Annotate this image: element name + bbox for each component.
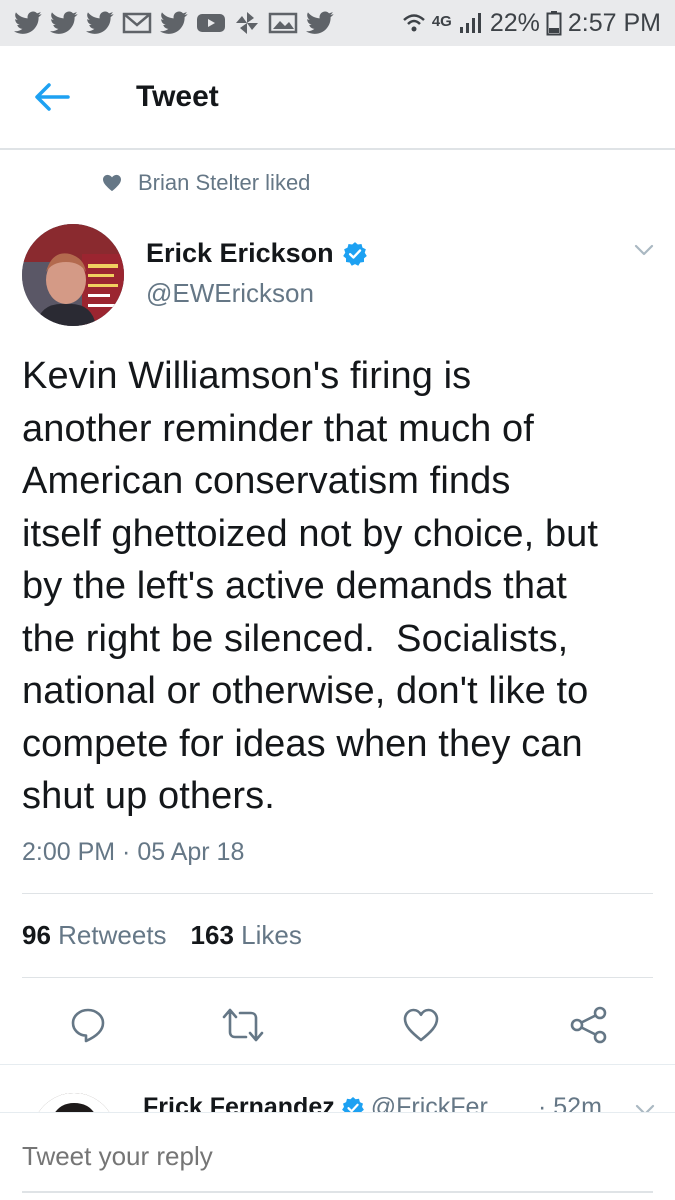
wifi-icon [402, 14, 425, 32]
share-icon [570, 1006, 607, 1044]
network-type: 4G [431, 12, 452, 30]
reply-avatar-photo [32, 1093, 116, 1114]
reply-composer [0, 1112, 675, 1200]
reply-author-handle: @FrickFer... [370, 1093, 508, 1114]
twitter-icon [306, 11, 334, 34]
reply-author-row: Frick Fernandez @FrickFer... [143, 1093, 507, 1114]
back-arrow-icon [35, 83, 70, 111]
tweet-timestamp: 2:00 PM · 05 Apr 18 [22, 838, 245, 866]
reply-button[interactable] [63, 1000, 113, 1050]
twitter-icon [86, 11, 114, 34]
heart-icon [103, 174, 121, 192]
author-name: Erick Erickson [146, 238, 334, 268]
pinwheel-icon [236, 12, 258, 34]
back-button[interactable] [22, 67, 82, 127]
twitter-icon [50, 11, 78, 34]
top-app-bar: Tweet [0, 46, 675, 150]
likes-label: Likes [241, 920, 302, 950]
retweets-label: Retweets [58, 920, 167, 950]
youtube-icon [197, 14, 225, 32]
avatar-photo [22, 224, 124, 326]
notification-icons [14, 10, 334, 36]
twitter-icon [160, 11, 188, 34]
social-context[interactable]: Brian Stelter liked [102, 170, 310, 196]
share-button[interactable] [564, 1000, 614, 1050]
author-name-row[interactable]: Erick Erickson [146, 238, 368, 269]
divider [22, 893, 653, 894]
status-bar: 4G 22% 2:57 PM [0, 0, 675, 46]
tweet-actions [0, 1000, 675, 1050]
battery-icon [546, 11, 562, 36]
tweet-stats: 96 Retweets 163 Likes [22, 920, 302, 951]
tweet-text: Kevin Williamson's firing is another rem… [22, 355, 599, 817]
signal-icon [459, 13, 481, 33]
liked-by-label: Brian Stelter liked [138, 170, 311, 195]
divider [22, 977, 653, 978]
likes-count: 163 [190, 920, 234, 950]
chevron-down-icon[interactable] [630, 238, 658, 262]
retweet-icon [222, 1008, 264, 1042]
author-handle[interactable]: @EWErickson [146, 278, 314, 309]
likes-stat[interactable]: 163 Likes [191, 920, 302, 951]
like-button[interactable] [396, 1000, 446, 1050]
reply-input[interactable] [22, 1141, 622, 1172]
verified-badge-icon [342, 241, 367, 266]
heart-outline-icon [403, 1008, 439, 1042]
reply-author-name: Frick Fernandez [143, 1093, 335, 1114]
page-title: Tweet [136, 80, 219, 113]
system-status: 4G 22% 2:57 PM [402, 9, 661, 38]
gmail-icon [122, 12, 152, 34]
reply-avatar[interactable] [32, 1093, 116, 1114]
reply-time: · 52m [538, 1093, 602, 1114]
retweet-button[interactable] [218, 1000, 268, 1050]
battery-percent: 22% [489, 8, 540, 37]
twitter-icon [14, 11, 42, 34]
reply-item[interactable]: Frick Fernandez @FrickFer... · 52m [0, 1064, 675, 1114]
gallery-icon [268, 12, 298, 34]
clock: 2:57 PM [567, 8, 661, 37]
retweets-count: 96 [22, 920, 51, 950]
composer-underline [22, 1191, 653, 1193]
retweets-stat[interactable]: 96 Retweets [22, 920, 167, 951]
reply-icon [71, 1008, 105, 1043]
author-avatar[interactable] [22, 224, 124, 326]
